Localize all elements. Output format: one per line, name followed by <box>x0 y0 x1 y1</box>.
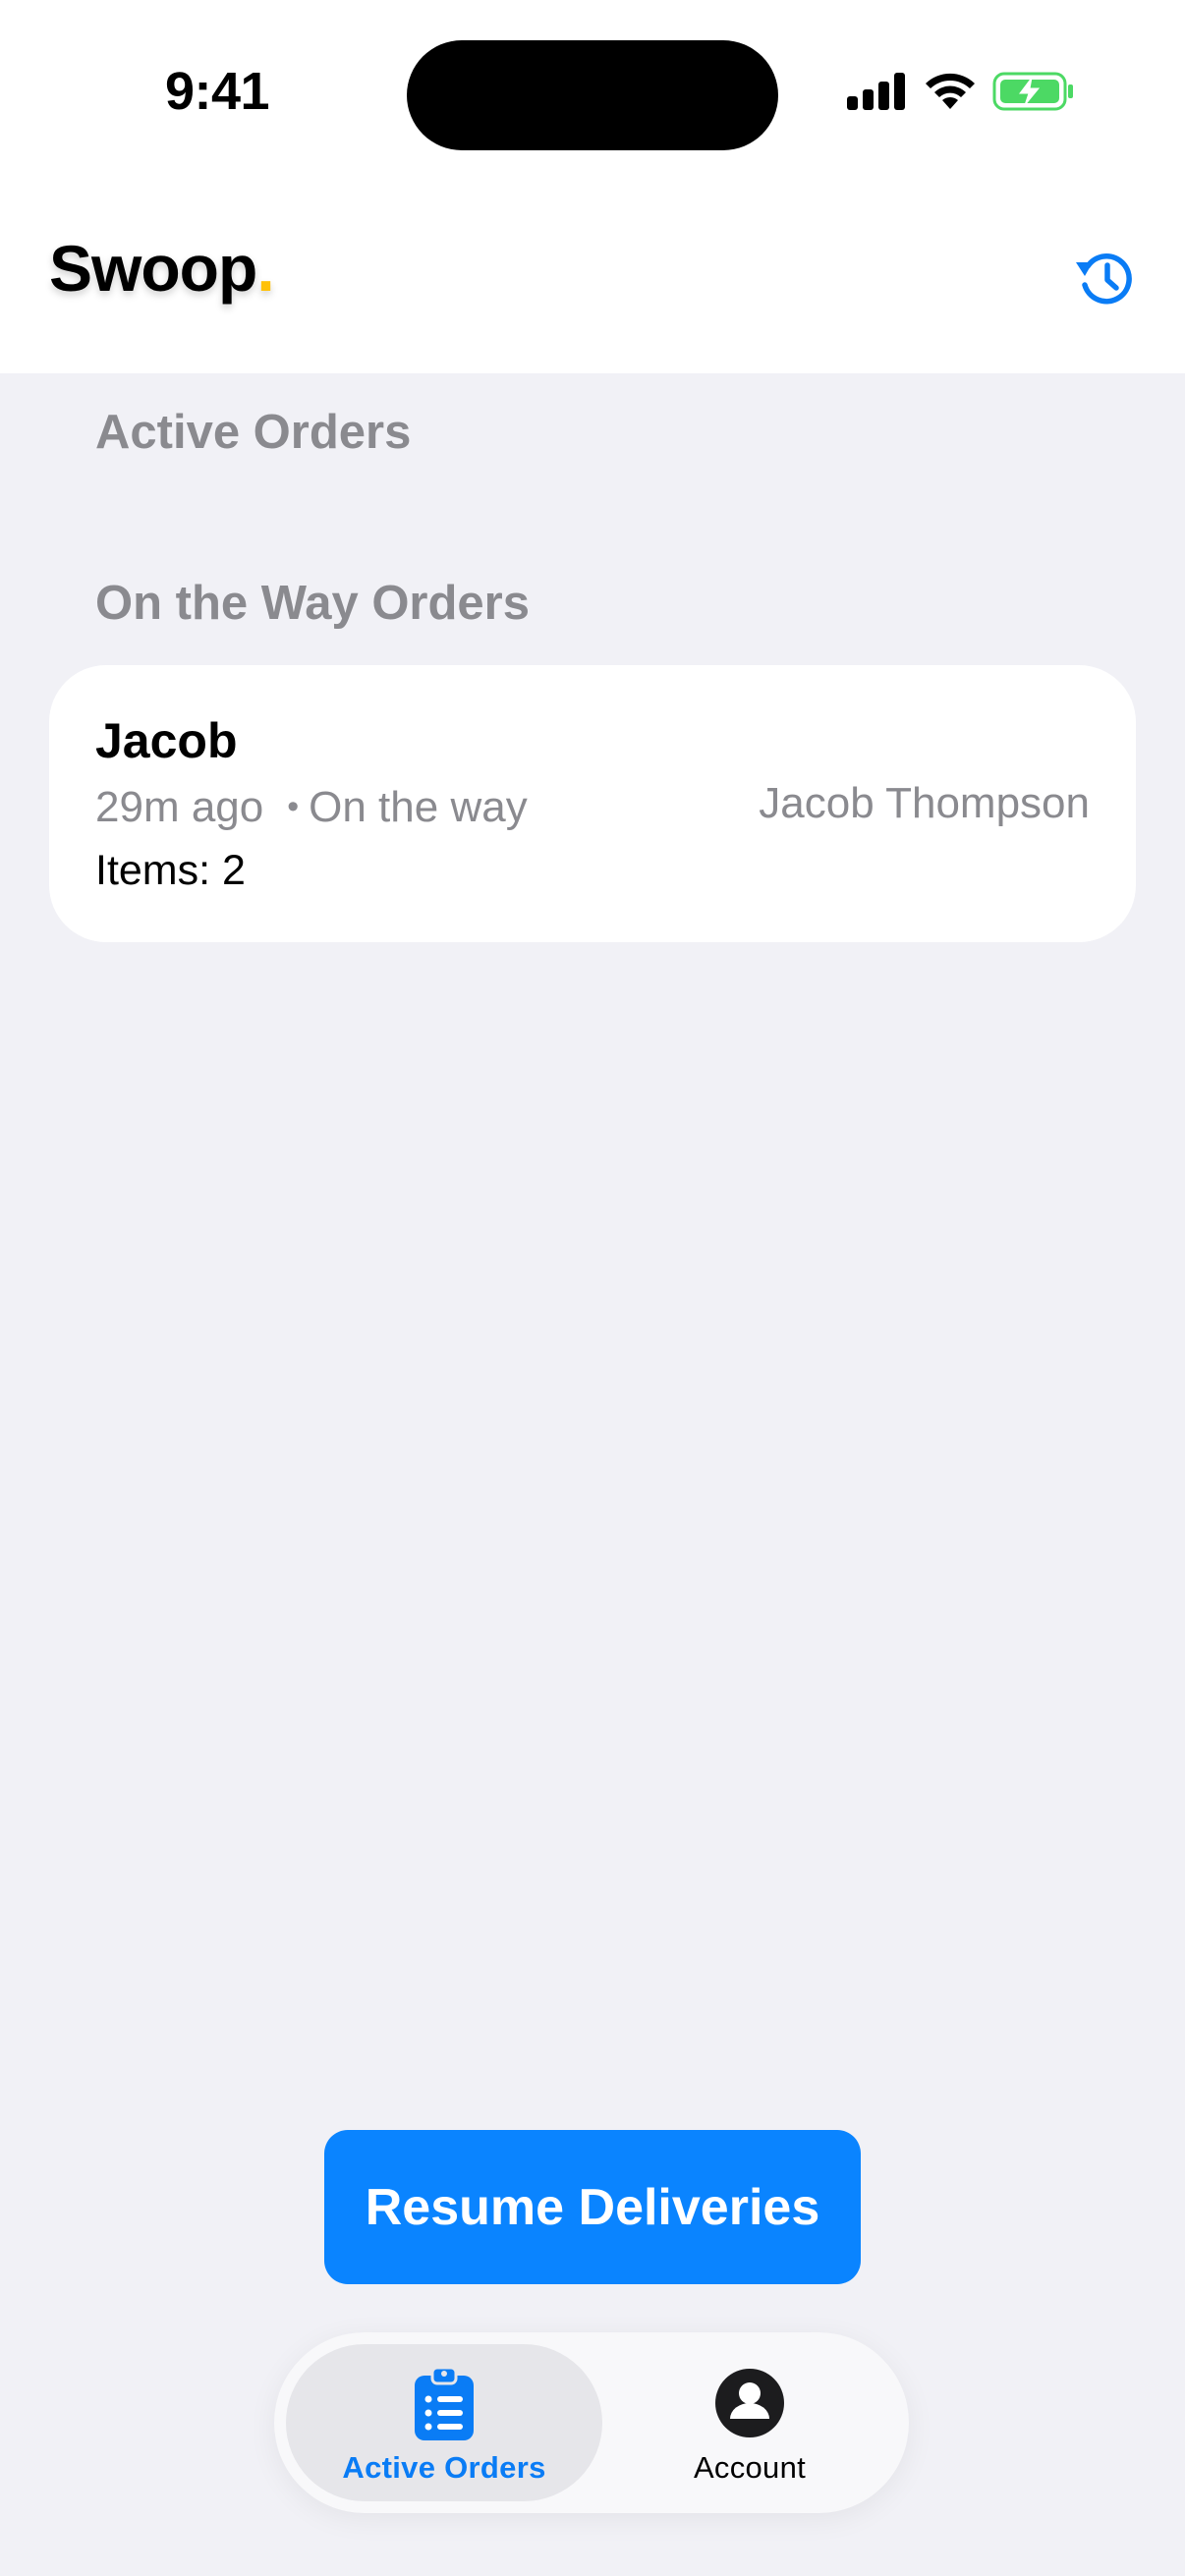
order-card[interactable]: Jacob 29m ago • On the way Jacob Thompson … <box>49 665 1136 942</box>
brand-name: Swoop <box>49 232 257 305</box>
clipboard-list-icon <box>415 2366 474 2440</box>
history-clock-icon[interactable] <box>1071 246 1142 310</box>
cellular-signal-icon <box>847 73 905 110</box>
brand-logo: Swoop. <box>49 236 275 301</box>
tab-label-active-orders: Active Orders <box>342 2450 546 2485</box>
order-driver-name: Jacob Thompson <box>759 779 1090 827</box>
order-meta: 29m ago • On the way <box>95 783 528 832</box>
person-circle-icon <box>715 2369 784 2437</box>
top-header-area: 9:41 Swoop. <box>0 0 1185 373</box>
meta-separator: • <box>287 788 300 825</box>
status-time: 9:41 <box>165 62 270 121</box>
tab-account[interactable]: Account <box>602 2344 897 2501</box>
order-time-ago: 29m ago <box>95 783 264 831</box>
wifi-icon <box>926 73 975 109</box>
battery-charging-icon <box>992 72 1073 111</box>
resume-deliveries-button[interactable]: Resume Deliveries <box>324 2130 861 2284</box>
on-the-way-section-title: On the Way Orders <box>95 577 531 630</box>
active-orders-section-title: Active Orders <box>95 406 412 459</box>
order-items-count: Items: 2 <box>95 847 246 894</box>
order-customer-name: Jacob <box>95 713 238 768</box>
tab-active-orders[interactable]: Active Orders <box>286 2344 602 2501</box>
order-status: On the way <box>309 783 528 831</box>
status-icons <box>847 69 1075 114</box>
tab-bar: Active Orders Account <box>274 2332 909 2513</box>
brand-dot: . <box>256 232 274 305</box>
tab-label-account: Account <box>693 2450 807 2485</box>
dynamic-island <box>407 40 778 150</box>
